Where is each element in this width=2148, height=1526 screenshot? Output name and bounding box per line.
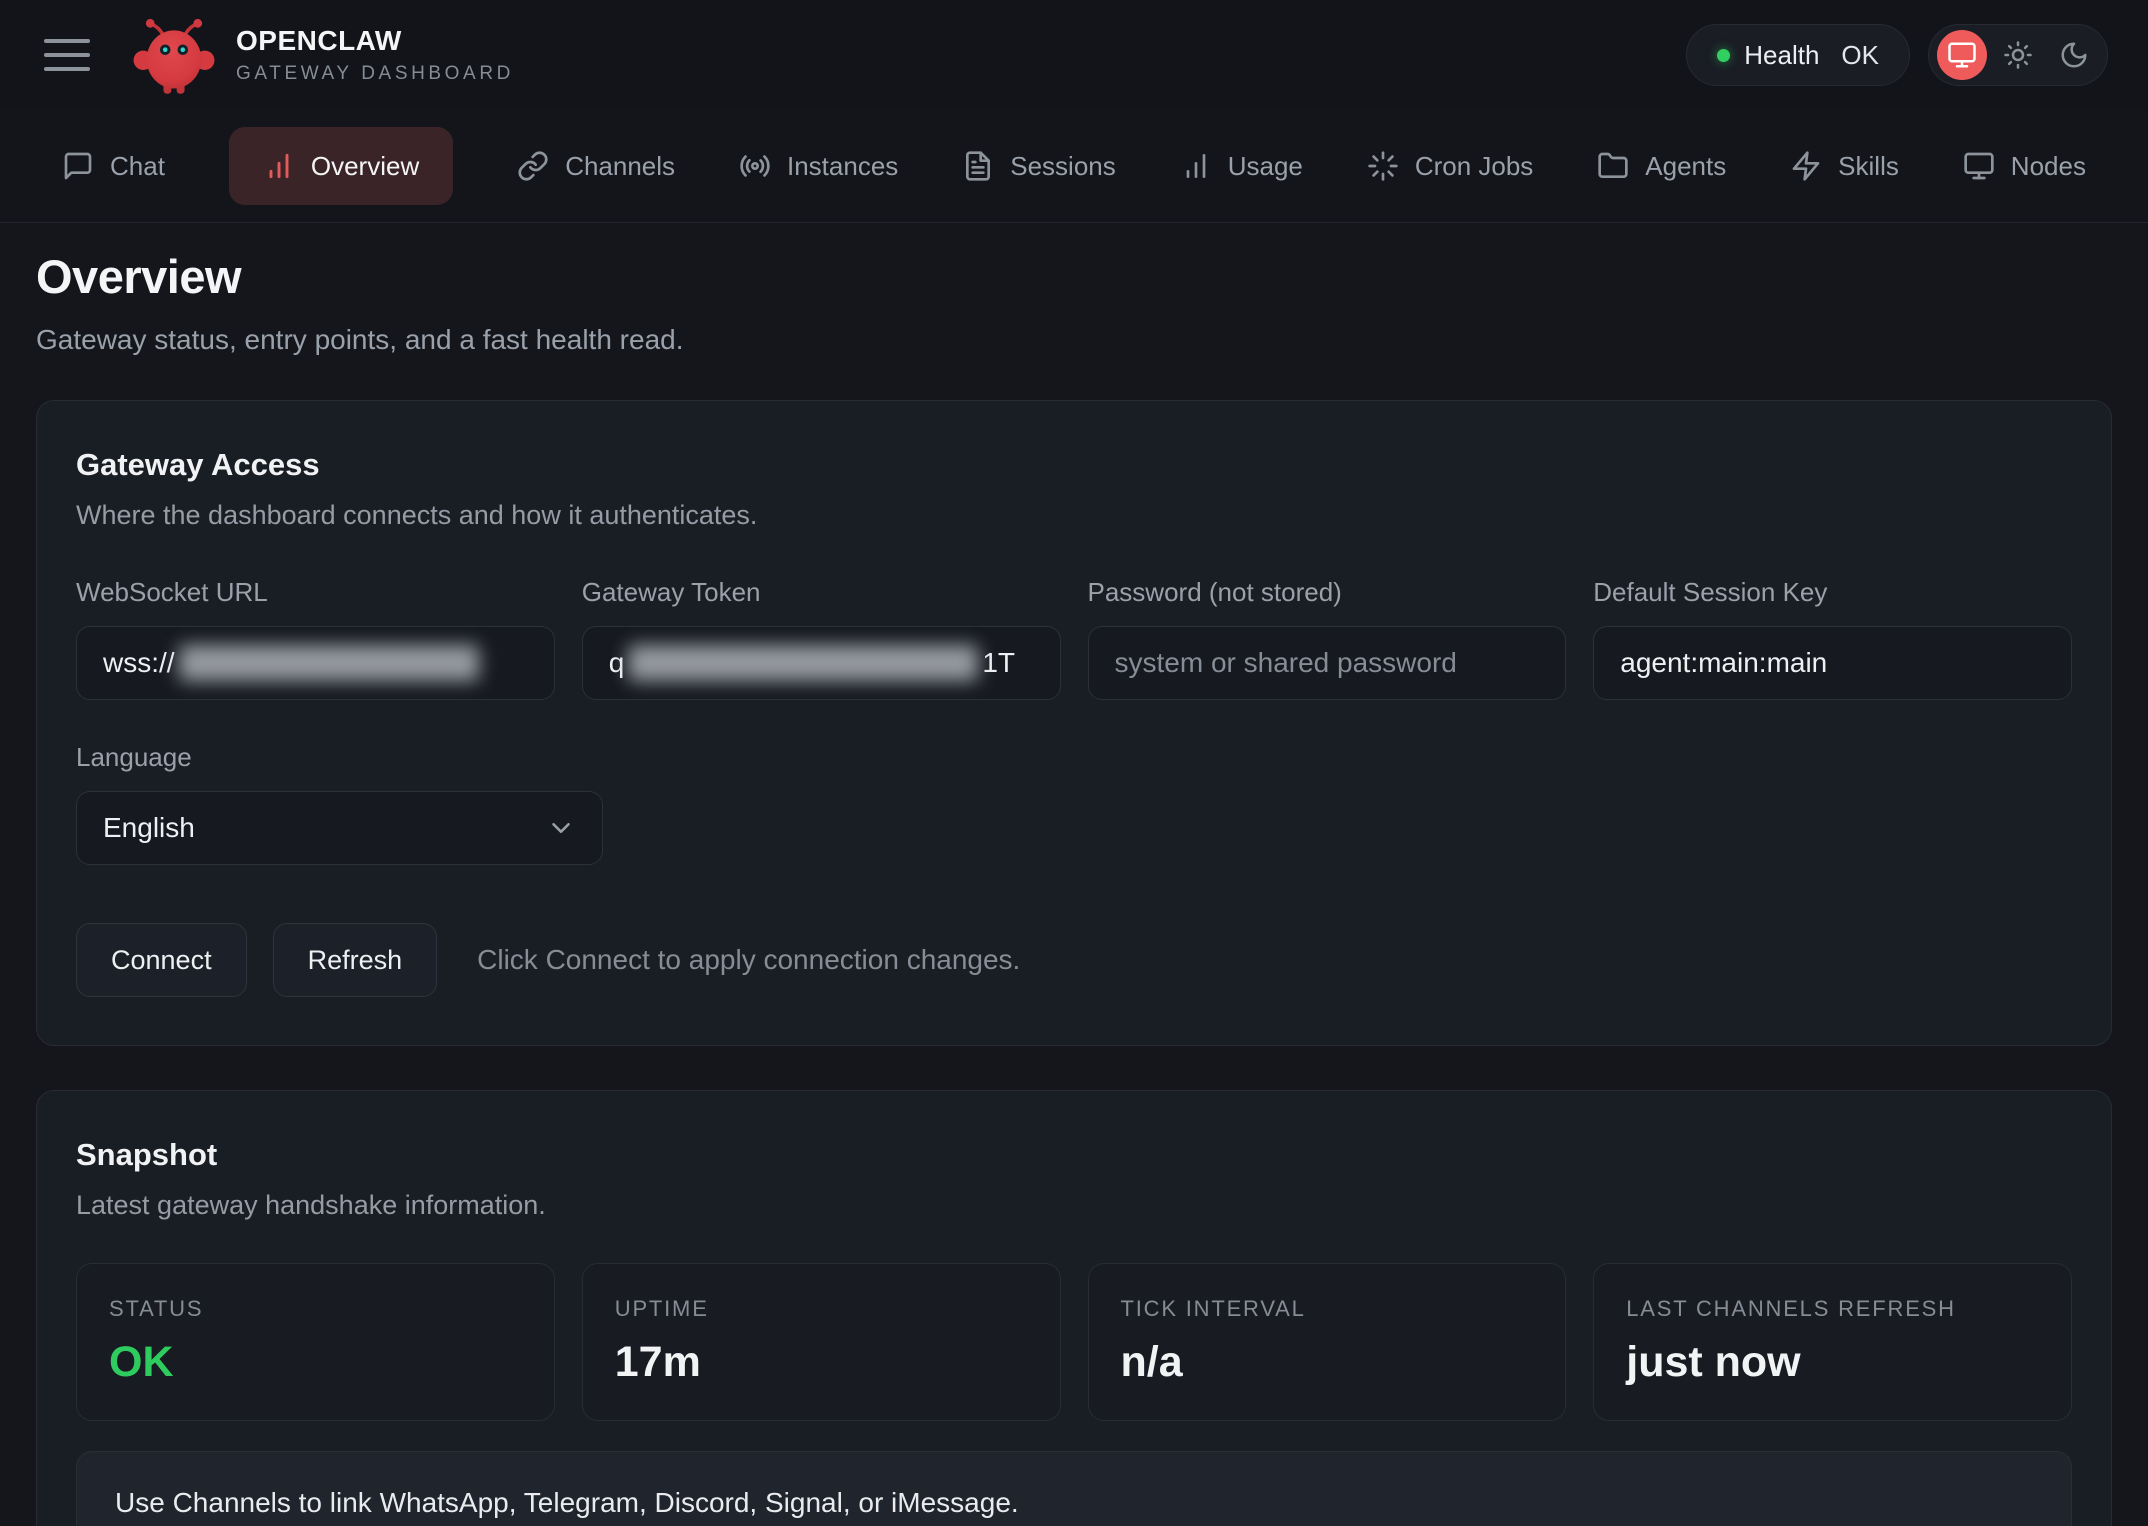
zap-icon <box>1790 150 1822 182</box>
password-input[interactable] <box>1088 626 1567 700</box>
theme-dark-button[interactable] <box>2049 30 2099 80</box>
language-field: Language English <box>76 742 2072 865</box>
chevron-down-icon <box>546 813 576 843</box>
stat-value: 17m <box>615 1338 1028 1387</box>
language-label: Language <box>76 742 2072 773</box>
snapshot-card: Snapshot Latest gateway handshake inform… <box>36 1090 2112 1526</box>
tab-label: Instances <box>787 151 898 182</box>
tab-label: Overview <box>311 151 419 182</box>
channels-hint-note: Use Channels to link WhatsApp, Telegram,… <box>76 1451 2072 1526</box>
tab-label: Channels <box>565 151 675 182</box>
password-field: Password (not stored) <box>1088 577 1567 700</box>
gateway-token-suffix: 1T <box>982 647 1015 679</box>
tab-label: Usage <box>1228 151 1303 182</box>
snapshot-subtitle: Latest gateway handshake information. <box>76 1190 2072 1221</box>
bar-chart-icon <box>1180 150 1212 182</box>
password-label: Password (not stored) <box>1088 577 1567 608</box>
radio-icon <box>739 150 771 182</box>
tab-label: Chat <box>110 151 165 182</box>
health-status-dot-icon <box>1717 49 1730 62</box>
health-label: Health <box>1744 40 1819 71</box>
theme-system-button[interactable] <box>1937 30 1987 80</box>
gateway-access-subtitle: Where the dashboard connects and how it … <box>76 500 2072 531</box>
folder-icon <box>1597 150 1629 182</box>
tab-instances[interactable]: Instances <box>739 150 898 182</box>
gateway-access-card: Gateway Access Where the dashboard conne… <box>36 400 2112 1046</box>
tab-label: Nodes <box>2011 151 2086 182</box>
session-key-label: Default Session Key <box>1593 577 2072 608</box>
websocket-url-field: WebSocket URL wss:// <box>76 577 555 700</box>
tab-skills[interactable]: Skills <box>1790 150 1899 182</box>
redacted-value <box>179 645 479 681</box>
theme-light-button[interactable] <box>1993 30 2043 80</box>
gateway-token-input[interactable]: q 1T <box>582 626 1061 700</box>
chat-icon <box>62 150 94 182</box>
stat-value: just now <box>1626 1338 2039 1387</box>
gateway-token-prefix: q <box>609 647 625 679</box>
openclaw-mascot-logo-icon <box>130 11 218 99</box>
session-key-field: Default Session Key agent:main:main <box>1593 577 2072 700</box>
file-text-icon <box>962 150 994 182</box>
loader-icon <box>1367 150 1399 182</box>
page-title: Overview <box>36 249 2112 304</box>
stat-value: OK <box>109 1338 522 1387</box>
tab-label: Cron Jobs <box>1415 151 1534 182</box>
app-header: OPENCLAW GATEWAY DASHBOARD Health OK <box>0 0 2148 110</box>
brand-subtitle: GATEWAY DASHBOARD <box>236 63 514 85</box>
monitor-icon <box>1947 40 1977 70</box>
menu-icon[interactable] <box>44 39 90 71</box>
websocket-url-input[interactable]: wss:// <box>76 626 555 700</box>
stat-label: LAST CHANNELS REFRESH <box>1626 1296 2039 1322</box>
stat-label: UPTIME <box>615 1296 1028 1322</box>
tab-overview[interactable]: Overview <box>229 127 453 205</box>
tab-channels[interactable]: Channels <box>517 150 675 182</box>
primary-navigation: Chat Overview Channels Instances Session… <box>0 110 2148 223</box>
stat-value: n/a <box>1121 1338 1534 1387</box>
tab-usage[interactable]: Usage <box>1180 150 1303 182</box>
websocket-url-prefix: wss:// <box>103 647 175 679</box>
gateway-token-label: Gateway Token <box>582 577 1061 608</box>
language-select[interactable]: English <box>76 791 603 865</box>
session-key-value: agent:main:main <box>1620 647 1827 679</box>
page-subtitle: Gateway status, entry points, and a fast… <box>36 324 2112 356</box>
session-key-input[interactable]: agent:main:main <box>1593 626 2072 700</box>
tab-agents[interactable]: Agents <box>1597 150 1726 182</box>
redacted-value <box>628 645 978 681</box>
bar-chart-icon <box>263 150 295 182</box>
tab-label: Agents <box>1645 151 1726 182</box>
brand: OPENCLAW GATEWAY DASHBOARD <box>130 11 514 99</box>
stat-label: STATUS <box>109 1296 522 1322</box>
gateway-access-title: Gateway Access <box>76 447 2072 483</box>
refresh-button[interactable]: Refresh <box>273 923 438 997</box>
connect-hint-text: Click Connect to apply connection change… <box>477 944 1020 976</box>
brand-title: OPENCLAW <box>236 25 514 57</box>
language-selected-value: English <box>103 812 195 844</box>
snapshot-title: Snapshot <box>76 1137 2072 1173</box>
sun-icon <box>2003 40 2033 70</box>
websocket-url-label: WebSocket URL <box>76 577 555 608</box>
tab-label: Skills <box>1838 151 1899 182</box>
last-channels-refresh-stat-tile: LAST CHANNELS REFRESH just now <box>1593 1263 2072 1421</box>
health-value: OK <box>1841 40 1879 71</box>
status-stat-tile: STATUS OK <box>76 1263 555 1421</box>
moon-icon <box>2059 40 2089 70</box>
theme-switcher <box>1928 24 2108 86</box>
gateway-token-field: Gateway Token q 1T <box>582 577 1061 700</box>
uptime-stat-tile: UPTIME 17m <box>582 1263 1061 1421</box>
tab-nodes[interactable]: Nodes <box>1963 150 2086 182</box>
link-icon <box>517 150 549 182</box>
monitor-icon <box>1963 150 1995 182</box>
tab-sessions[interactable]: Sessions <box>962 150 1116 182</box>
tab-cron-jobs[interactable]: Cron Jobs <box>1367 150 1534 182</box>
tab-chat[interactable]: Chat <box>62 150 165 182</box>
health-badge[interactable]: Health OK <box>1686 24 1910 86</box>
channels-hint-text: Use Channels to link WhatsApp, Telegram,… <box>115 1487 1019 1519</box>
tick-interval-stat-tile: TICK INTERVAL n/a <box>1088 1263 1567 1421</box>
connect-button[interactable]: Connect <box>76 923 247 997</box>
stat-label: TICK INTERVAL <box>1121 1296 1534 1322</box>
tab-label: Sessions <box>1010 151 1116 182</box>
main-content: Overview Gateway status, entry points, a… <box>0 249 2148 1526</box>
